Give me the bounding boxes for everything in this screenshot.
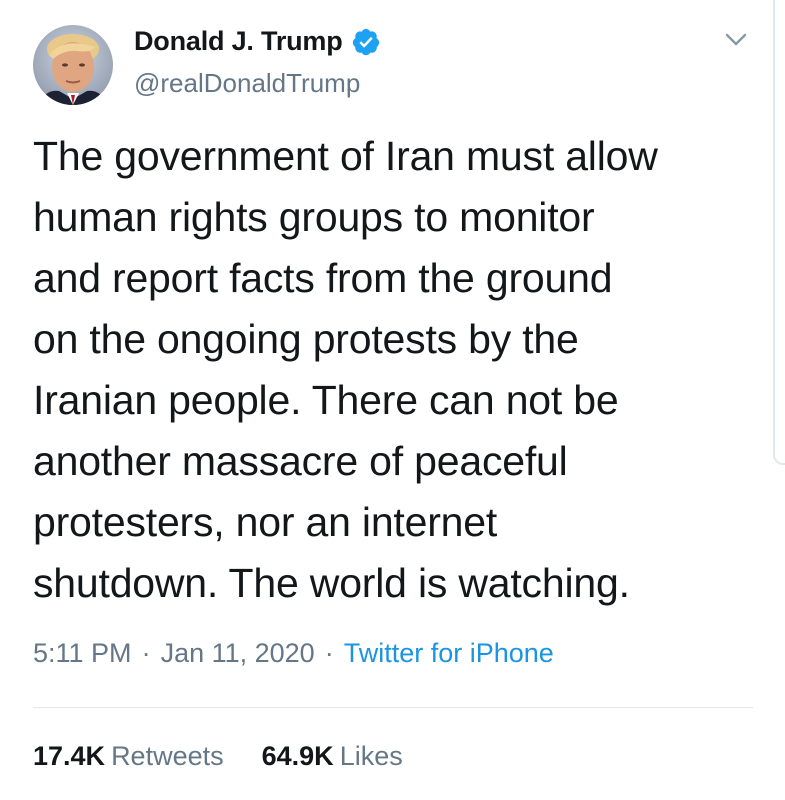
tweet-time[interactable]: 5:11 PM — [33, 638, 132, 669]
tweet-text: The government of Iran must allow human … — [33, 133, 658, 606]
tweet-date[interactable]: Jan 11, 2020 — [161, 638, 315, 669]
likes-label: Likes — [339, 741, 403, 771]
retweets-count: 17.4K — [33, 741, 106, 771]
avatar-image — [33, 25, 113, 105]
meta-separator: · — [141, 638, 151, 668]
likes-stat[interactable]: 64.9K Likes — [262, 741, 403, 772]
chevron-down-icon[interactable] — [722, 30, 750, 50]
author-handle[interactable]: @realDonaldTrump — [134, 68, 360, 99]
likes-count: 64.9K — [261, 741, 334, 771]
retweets-stat[interactable]: 17.4K Retweets — [33, 741, 224, 772]
divider — [33, 707, 753, 708]
tweet-meta: 5:11 PM · Jan 11, 2020 · Twitter for iPh… — [33, 638, 554, 669]
avatar[interactable] — [33, 25, 113, 105]
meta-separator: · — [324, 638, 334, 668]
author-name-row[interactable]: Donald J. Trump — [134, 26, 381, 57]
scrollbar-edge — [773, 0, 785, 465]
tweet-stats: 17.4K Retweets 64.9K Likes — [33, 741, 403, 772]
tweet-card: Donald J. Trump @realDonaldTrump The gov… — [0, 0, 785, 800]
author-display-name[interactable]: Donald J. Trump — [134, 26, 343, 57]
tweet-source-link[interactable]: Twitter for iPhone — [344, 638, 554, 669]
retweets-label: Retweets — [111, 741, 224, 771]
verified-badge-icon — [351, 27, 381, 57]
